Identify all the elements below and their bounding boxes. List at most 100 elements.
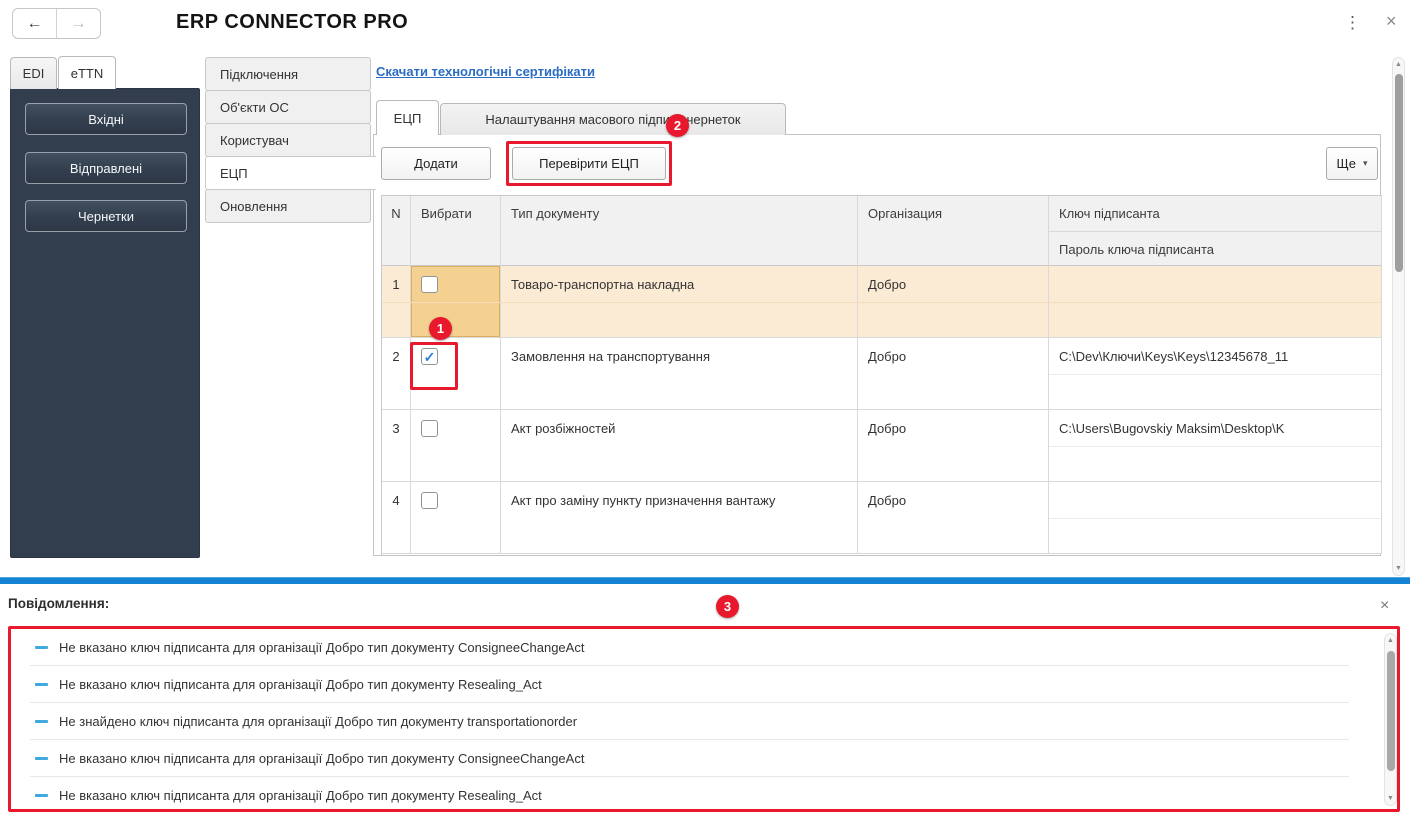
doc-type-cell[interactable]: Акт про заміну пункту призначення вантаж…: [501, 482, 858, 553]
header-doc-type: Тип документу: [501, 196, 858, 266]
message-text: Не вказано ключ підписанта для організац…: [59, 788, 542, 803]
more-button[interactable]: Ще ▾: [1326, 147, 1378, 180]
key-cell[interactable]: C:\Dev\Ключи\Keys\Keys\12345678_11: [1049, 338, 1382, 409]
password-value[interactable]: [1049, 518, 1381, 553]
message-dash-icon: [35, 794, 48, 797]
message-item[interactable]: Не вказано ключ підписанта для організац…: [11, 740, 1397, 777]
row-checkbox[interactable]: [421, 420, 438, 437]
row-checkbox[interactable]: [421, 492, 438, 509]
messages-list: Не вказано ключ підписанта для організац…: [11, 629, 1397, 814]
kebab-menu-icon[interactable]: ⋮: [1344, 13, 1361, 33]
password-value[interactable]: [1049, 374, 1381, 409]
row-number: 3: [382, 410, 411, 481]
scroll-down-icon[interactable]: ▼: [1393, 565, 1404, 572]
scroll-down-icon[interactable]: ▼: [1385, 795, 1396, 802]
nav-item-user[interactable]: Користувач: [205, 123, 371, 157]
message-text: Не вказано ключ підписанта для організац…: [59, 640, 584, 655]
nav-item-connection[interactable]: Підключення: [205, 57, 371, 91]
forward-button[interactable]: →: [57, 9, 100, 38]
back-arrow-icon: ←: [27, 15, 43, 33]
table-row[interactable]: 3 Акт розбіжностей Добро C:\Users\Bugovs…: [382, 410, 1382, 482]
key-cell[interactable]: [1049, 266, 1382, 337]
doc-type-cell[interactable]: Товаро-транспортна накладна: [501, 266, 858, 337]
key-value[interactable]: C:\Dev\Ключи\Keys\Keys\12345678_11: [1049, 338, 1381, 374]
verify-ecp-button[interactable]: Перевірити ЕЦП: [512, 147, 666, 180]
nav-item-ecp[interactable]: ЕЦП: [205, 156, 376, 190]
message-dash-icon: [35, 683, 48, 686]
messages-scrollbar[interactable]: ▲ ▼: [1384, 633, 1397, 806]
scroll-up-icon[interactable]: ▲: [1385, 637, 1396, 644]
tab-ecp[interactable]: ЕЦП: [376, 100, 439, 135]
table-row[interactable]: 1 Товаро-транспортна накладна Добро: [382, 266, 1382, 338]
org-cell[interactable]: Добро: [858, 338, 1049, 409]
back-button[interactable]: ←: [13, 9, 57, 38]
message-item[interactable]: Не вказано ключ підписанта для організац…: [11, 777, 1397, 814]
message-text: Не вказано ключ підписанта для організац…: [59, 677, 542, 692]
app-window: ← → ERP CONNECTOR PRO ⋮ × EDI eTTN Вхідн…: [0, 0, 1410, 822]
messages-title: Повідомлення:: [8, 596, 109, 611]
key-value[interactable]: [1049, 482, 1381, 518]
documents-panel: Вхідні Відправлені Чернетки: [10, 88, 200, 558]
header-select: Вибрати: [411, 196, 501, 266]
header-password: Пароль ключа підписанта: [1049, 231, 1381, 266]
select-cell[interactable]: [411, 410, 501, 481]
table-row[interactable]: 4 Акт про заміну пункту призначення вант…: [382, 482, 1382, 554]
select-cell[interactable]: [411, 482, 501, 553]
main-scrollbar[interactable]: ▲ ▼: [1392, 57, 1405, 576]
key-cell[interactable]: C:\Users\Bugovskiy Maksim\Desktop\K: [1049, 410, 1382, 481]
messages-scrollbar-thumb[interactable]: [1387, 651, 1395, 771]
message-item[interactable]: Не вказано ключ підписанта для організац…: [11, 666, 1397, 703]
row-number: 4: [382, 482, 411, 553]
message-item[interactable]: Не знайдено ключ підписанта для організа…: [11, 703, 1397, 740]
header-n: N: [382, 196, 411, 266]
header-org: Організация: [858, 196, 1049, 266]
key-value[interactable]: C:\Users\Bugovskiy Maksim\Desktop\K: [1049, 410, 1381, 446]
doc-type-cell[interactable]: Замовлення на транспортування: [501, 338, 858, 409]
org-cell[interactable]: Добро: [858, 266, 1049, 337]
message-text: Не знайдено ключ підписанта для організа…: [59, 714, 577, 729]
nav-item-os-objects[interactable]: Об'єкти ОС: [205, 90, 371, 124]
select-cell[interactable]: [411, 266, 501, 337]
window-close-icon[interactable]: ×: [1386, 11, 1397, 32]
select-cell[interactable]: ✓: [411, 338, 501, 409]
forward-arrow-icon: →: [71, 15, 87, 33]
history-nav-buttons: ← →: [12, 8, 101, 39]
message-dash-icon: [35, 757, 48, 760]
scroll-up-icon[interactable]: ▲: [1393, 61, 1404, 68]
message-dash-icon: [35, 720, 48, 723]
doc-type-cell[interactable]: Акт розбіжностей: [501, 410, 858, 481]
check-icon: ✓: [424, 350, 436, 364]
key-value[interactable]: [1049, 266, 1381, 302]
message-dash-icon: [35, 646, 48, 649]
messages-close-icon[interactable]: ×: [1380, 597, 1389, 615]
annotation-badge-3: 3: [716, 595, 739, 618]
message-item[interactable]: Не вказано ключ підписанта для організац…: [11, 629, 1397, 666]
password-value[interactable]: [1049, 446, 1381, 481]
tab-edi[interactable]: EDI: [10, 57, 57, 89]
table-row[interactable]: 2 ✓ Замовлення на транспортування Добро …: [382, 338, 1382, 410]
row-checkbox-checked[interactable]: ✓: [421, 348, 438, 365]
header-key: Ключ підписанта: [1049, 196, 1381, 231]
header-key-group: Ключ підписанта Пароль ключа підписанта: [1049, 196, 1382, 266]
drafts-button[interactable]: Чернетки: [25, 200, 187, 232]
row-checkbox[interactable]: [421, 276, 438, 293]
download-certificates-link[interactable]: Скачати технологічні сертифікати: [376, 64, 595, 79]
table-header-row: N Вибрати Тип документу Організация Ключ…: [382, 196, 1382, 266]
org-cell[interactable]: Добро: [858, 482, 1049, 553]
tab-ettn[interactable]: eTTN: [58, 56, 116, 89]
password-value[interactable]: [1049, 302, 1381, 337]
sent-button[interactable]: Відправлені: [25, 152, 187, 184]
panel-divider[interactable]: [0, 577, 1410, 584]
main-scrollbar-thumb[interactable]: [1395, 74, 1403, 272]
nav-item-updates[interactable]: Оновлення: [205, 189, 371, 223]
row-number: 1: [382, 266, 411, 337]
key-cell[interactable]: [1049, 482, 1382, 553]
org-cell[interactable]: Добро: [858, 410, 1049, 481]
incoming-button[interactable]: Вхідні: [25, 103, 187, 135]
message-text: Не вказано ключ підписанта для організац…: [59, 751, 584, 766]
chevron-down-icon: ▾: [1363, 158, 1368, 169]
tab-mass-signing[interactable]: Налаштування масового підпису чернеток: [440, 103, 786, 135]
page-title: ERP CONNECTOR PRO: [176, 11, 408, 34]
add-button[interactable]: Додати: [381, 147, 491, 180]
more-button-label: Ще: [1337, 156, 1356, 171]
